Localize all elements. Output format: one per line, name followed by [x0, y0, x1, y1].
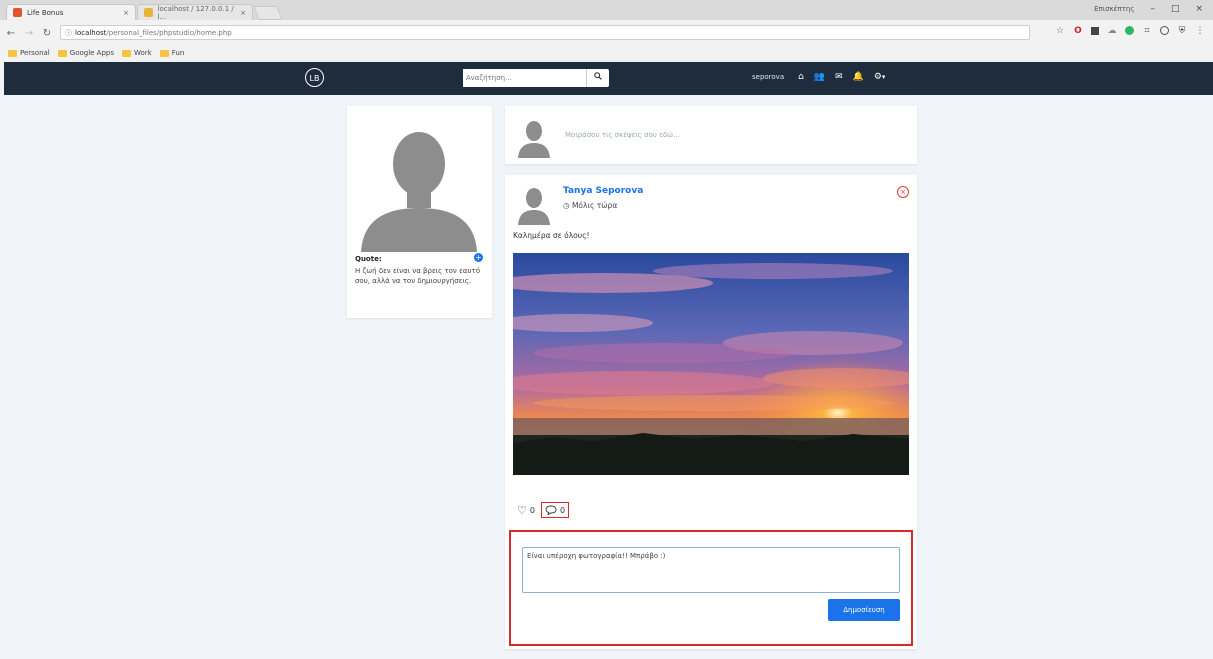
publish-comment-button[interactable]: Δημοσίευση	[828, 599, 900, 621]
quote-title: Quote:	[355, 255, 382, 263]
folder-icon	[8, 49, 17, 57]
bookmark-label: Google Apps	[69, 49, 114, 57]
extension-frame-icon[interactable]: ⌗	[1142, 26, 1152, 36]
info-icon: ⓘ	[65, 28, 72, 37]
post-actions: ♡ 0 0	[517, 502, 570, 518]
new-tab-button[interactable]	[253, 6, 283, 20]
search-form	[463, 69, 609, 87]
phpmyadmin-favicon-icon	[144, 8, 153, 17]
opera-extension-icon[interactable]: O	[1073, 26, 1083, 36]
bookmark-work[interactable]: Work	[122, 49, 152, 57]
close-tab-icon[interactable]: ×	[123, 9, 129, 17]
extension-shield-icon[interactable]: ⛨	[1177, 26, 1187, 36]
browser-chrome: Life Bonus × localhost / 127.0.0.1 / l..…	[0, 0, 1213, 62]
tab-strip: Life Bonus × localhost / 127.0.0.1 / l..…	[0, 0, 1213, 21]
comment-form: Είναι υπέροχη φωτογραφία!! Μπράβο :) Δημ…	[509, 530, 913, 646]
bookmark-fun[interactable]: Fun	[159, 49, 185, 57]
url-host: localhost	[75, 28, 107, 37]
bookmark-label: Fun	[171, 49, 185, 57]
like-count: 0	[529, 505, 535, 515]
extension-green-icon[interactable]	[1125, 26, 1134, 35]
minimize-icon[interactable]: –	[1150, 4, 1155, 14]
composer-avatar	[518, 121, 550, 158]
folder-icon	[159, 49, 169, 57]
url-path: /personal_files/phpstudio/home.php	[106, 28, 232, 37]
tab-localhost[interactable]: localhost / 127.0.0.1 / l... ×	[137, 4, 253, 21]
clock-icon: ◷	[563, 201, 570, 210]
profile-avatar[interactable]	[357, 116, 481, 252]
life-bonus-favicon-icon	[13, 8, 22, 17]
navbar-right: seporova ⌂ 👥 ✉ 🔔 ⚙▾	[752, 72, 885, 82]
search-icon	[594, 72, 603, 80]
quote-text: Η ζωή δεν είναι να βρεις τον εαυτό σου, …	[355, 267, 481, 285]
home-icon[interactable]: ⌂	[798, 72, 804, 82]
site-navbar: LB seporova ⌂ 👥 ✉ 🔔 ⚙▾	[4, 62, 1213, 95]
site-logo[interactable]: LB	[305, 68, 324, 87]
profile-card: Quote: + Η ζωή δεν είναι να βρεις τον εα…	[347, 106, 492, 318]
extension-circle-icon[interactable]	[1160, 26, 1169, 35]
comment-textarea[interactable]: Είναι υπέροχη φωτογραφία!! Μπράβο :)	[522, 547, 900, 593]
nav-username[interactable]: seporova	[752, 73, 784, 81]
star-icon[interactable]: ☆	[1055, 26, 1065, 36]
reload-icon[interactable]: ↻	[40, 28, 54, 39]
bookmark-label: Personal	[20, 49, 50, 57]
folder-icon	[57, 49, 67, 57]
window-user[interactable]: Επισκέπτης	[1094, 5, 1134, 13]
close-tab-icon[interactable]: ×	[240, 9, 246, 17]
close-window-icon[interactable]: ×	[1195, 4, 1203, 14]
envelope-icon[interactable]: ✉	[835, 72, 843, 82]
post-time-text: Μόλις τώρα	[571, 201, 618, 210]
extensions-bar: ☆ O ☁ ⌗ ⛨ ⋮	[1055, 26, 1205, 36]
bookmark-personal[interactable]: Personal	[8, 49, 50, 57]
window-controls: Επισκέπτης – □ ×	[1094, 4, 1203, 14]
bookmarks-bar: Personal Google Apps Work Fun	[0, 46, 1213, 60]
tab-life-bonus[interactable]: Life Bonus ×	[6, 4, 136, 20]
post-author-avatar[interactable]	[517, 185, 551, 225]
comment-button[interactable]: 0	[540, 502, 570, 518]
extension-cloud-icon[interactable]: ☁	[1107, 26, 1117, 36]
delete-post-icon[interactable]: ×	[897, 186, 909, 198]
comment-icon	[545, 505, 557, 515]
folder-icon	[122, 49, 131, 57]
add-quote-icon[interactable]: +	[474, 253, 483, 262]
back-icon[interactable]: ←	[4, 28, 18, 39]
address-row: ← → ↻ ⓘ localhost /personal_files/phpstu…	[0, 22, 1213, 44]
gear-icon[interactable]: ⚙▾	[874, 72, 886, 82]
maximize-icon[interactable]: □	[1171, 4, 1180, 14]
users-icon[interactable]: 👥	[814, 72, 825, 82]
extension-square-icon[interactable]	[1091, 27, 1099, 35]
post-card: Tanya Seporova ◷ Μόλις τώρα × Καλημέρα σ…	[505, 175, 917, 649]
comment-count: 0	[559, 505, 566, 515]
address-bar[interactable]: ⓘ localhost /personal_files/phpstudio/ho…	[60, 25, 1030, 40]
bookmark-google-apps[interactable]: Google Apps	[57, 49, 114, 57]
composer-placeholder[interactable]: Μοιράσου τις σκέψεις σου εδώ...	[565, 131, 680, 139]
post-photo	[513, 253, 909, 475]
tab-title: localhost / 127.0.0.1 / l...	[157, 4, 234, 21]
post-composer[interactable]: Μοιράσου τις σκέψεις σου εδώ...	[505, 106, 917, 164]
chevron-down-icon: ▾	[881, 73, 886, 81]
like-button[interactable]: ♡ 0	[517, 504, 535, 517]
post-text: Καλημέρα σε όλους!	[513, 231, 590, 240]
menu-dots-icon[interactable]: ⋮	[1195, 26, 1205, 36]
forward-icon[interactable]: →	[22, 28, 36, 39]
bookmark-label: Work	[134, 49, 152, 57]
heart-icon: ♡	[517, 503, 527, 517]
search-button[interactable]	[586, 69, 609, 87]
post-author[interactable]: Tanya Seporova	[563, 186, 643, 196]
bell-icon[interactable]: 🔔	[853, 72, 864, 82]
search-input[interactable]	[463, 69, 587, 87]
tab-title: Life Bonus	[27, 8, 64, 17]
post-time: ◷ Μόλις τώρα	[563, 201, 617, 210]
